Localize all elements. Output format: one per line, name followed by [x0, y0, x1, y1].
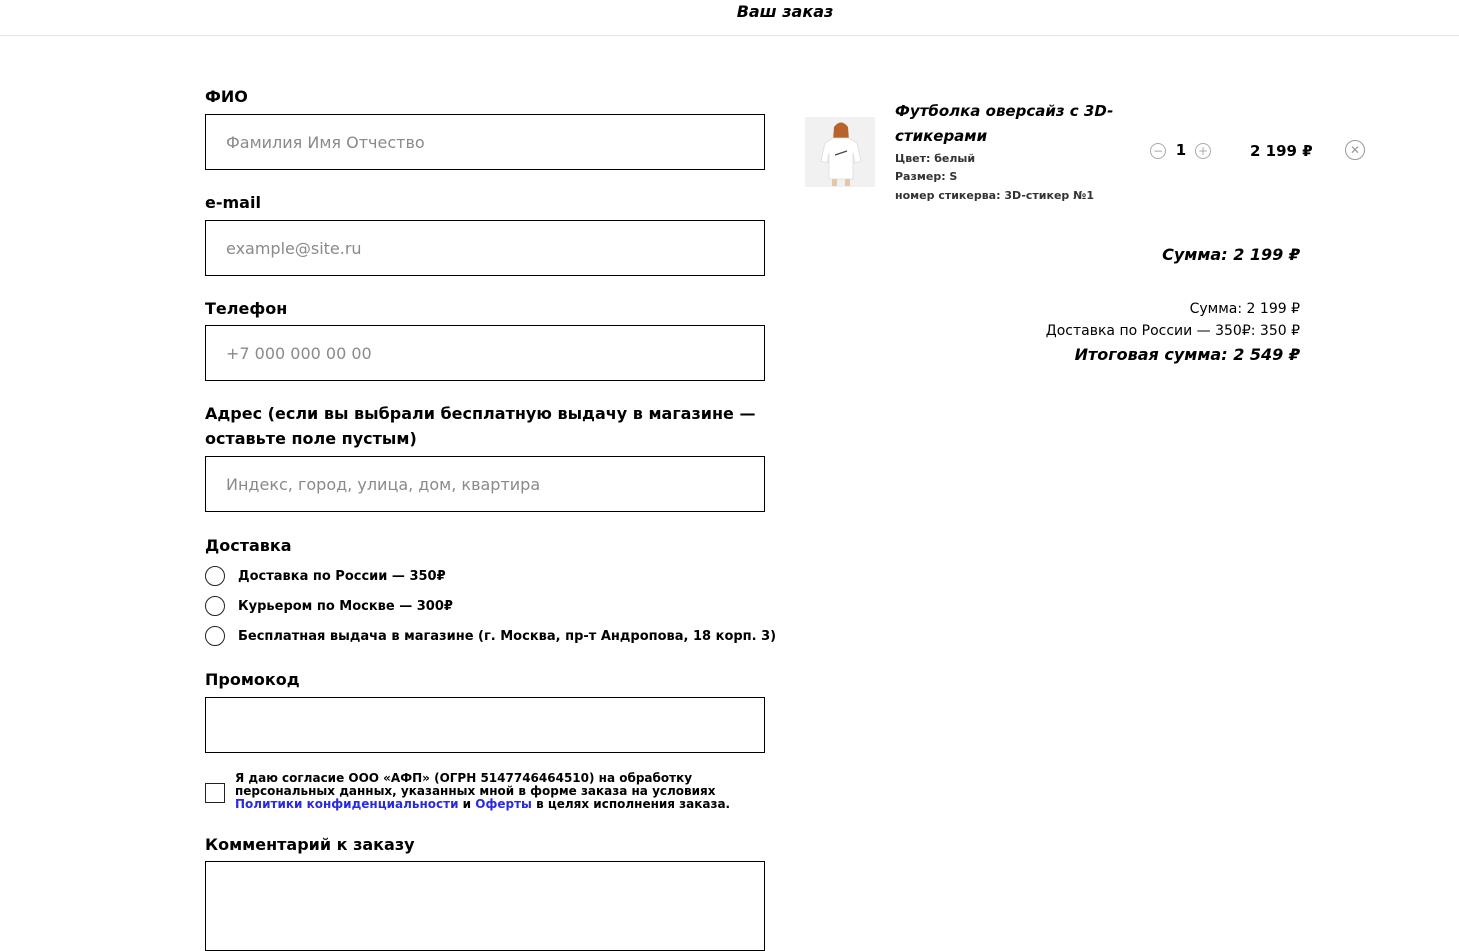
email-label: e-mail — [205, 193, 261, 212]
product-color: Цвет: белый — [895, 152, 976, 165]
phone-label: Телефон — [205, 299, 288, 318]
address-label-line1: Адрес (если вы выбрали бесплатную выдачу… — [205, 404, 756, 423]
delivery-option-pickup[interactable]: Бесплатная выдача в магазине (г. Москва,… — [205, 626, 776, 646]
radio-button[interactable] — [205, 626, 225, 646]
delivery-label: Доставка — [205, 536, 292, 555]
delivery-option-russia[interactable]: Доставка по России — 350₽ — [205, 566, 446, 586]
comment-label: Комментарий к заказу — [205, 835, 415, 854]
phone-input[interactable] — [205, 325, 765, 381]
product-title[interactable]: Футболка оверсайз с 3D-стикерами — [895, 99, 1135, 149]
cart-subtotal-bold: Сумма: 2 199 ₽ — [1162, 245, 1300, 264]
address-label-line2: оставьте поле пустым) — [205, 429, 417, 448]
product-image[interactable] — [805, 117, 875, 187]
cart-subtotal: Сумма: 2 199 ₽ — [1189, 301, 1300, 317]
offer-link[interactable]: Оферты — [475, 797, 532, 811]
fio-input[interactable] — [205, 114, 765, 170]
decrease-quantity-button[interactable]: − — [1150, 143, 1166, 159]
radio-button[interactable] — [205, 566, 225, 586]
delivery-option-label: Доставка по России — 350₽ — [238, 568, 446, 584]
consent-text-part2: в целях исполнения заказа. — [531, 797, 731, 811]
email-input[interactable] — [205, 220, 765, 276]
product-size: Размер: S — [895, 170, 958, 183]
delivery-option-moscow-courier[interactable]: Курьером по Москве — 300₽ — [205, 596, 453, 616]
product-sticker: номер стикерва: 3D-стикер №1 — [895, 189, 1095, 202]
cart-summary: Футболка оверсайз с 3D-стикерами Цвет: б… — [805, 0, 1405, 400]
delivery-option-label: Курьером по Москве — 300₽ — [238, 598, 453, 614]
quantity-value: 1 — [1175, 141, 1187, 159]
remove-item-button[interactable]: ✕ — [1345, 140, 1365, 160]
comment-textarea[interactable] — [205, 861, 765, 951]
consent-and: и — [458, 797, 476, 811]
radio-button[interactable] — [205, 596, 225, 616]
increase-quantity-button[interactable]: + — [1195, 143, 1211, 159]
promo-input[interactable] — [205, 697, 765, 753]
cart-total: Итоговая сумма: 2 549 ₽ — [1074, 345, 1300, 364]
address-input[interactable] — [205, 456, 765, 512]
fio-label: ФИО — [205, 87, 248, 106]
consent-text-part1: Я даю согласие ООО «АФП» (ОГРН 514774646… — [235, 771, 716, 798]
promo-label: Промокод — [205, 670, 300, 689]
cart-delivery: Доставка по России — 350₽: 350 ₽ — [1045, 323, 1300, 339]
privacy-policy-link[interactable]: Политики конфиденциальности — [235, 797, 458, 811]
consent-text: Я даю согласие ООО «АФП» (ОГРН 514774646… — [235, 772, 755, 811]
consent-checkbox[interactable] — [205, 783, 225, 803]
tshirt-model-icon — [805, 117, 875, 187]
item-price: 2 199 ₽ — [1250, 142, 1313, 160]
delivery-option-label: Бесплатная выдача в магазине (г. Москва,… — [238, 628, 777, 644]
